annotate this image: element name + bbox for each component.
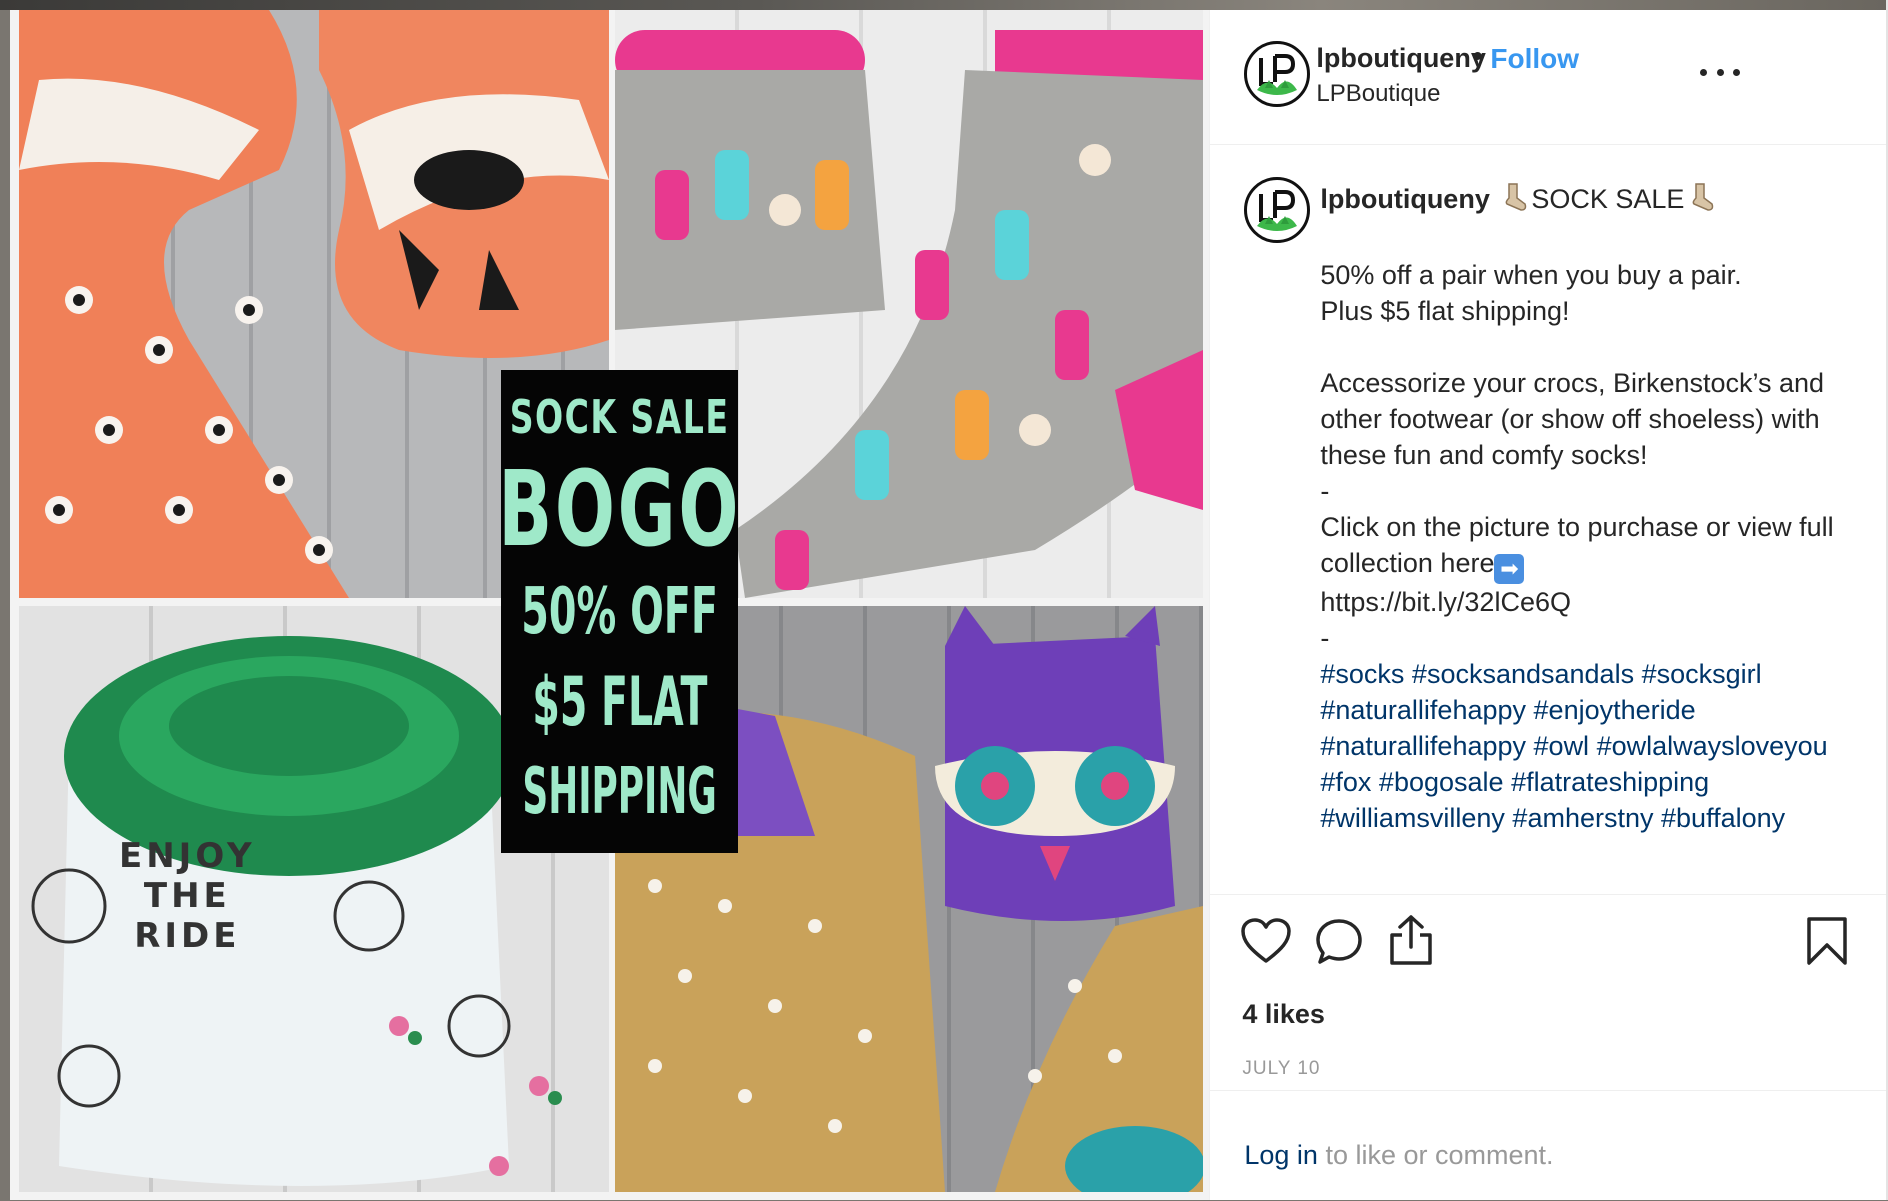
separator-dot: • <box>1472 40 1483 73</box>
hashtag-link[interactable]: #buffalony <box>1661 803 1785 833</box>
sale-sign-flat: $5 FLAT <box>531 662 708 742</box>
hashtag-link[interactable]: #fox <box>1320 767 1371 797</box>
hashtag-link[interactable]: #socksandsandals <box>1412 659 1634 689</box>
sock-icon <box>1686 182 1716 221</box>
caption-dash: - <box>1320 476 1330 506</box>
arrow-right-icon: ➡ <box>1494 554 1525 584</box>
hashtag-link[interactable]: #amherstny <box>1512 803 1653 833</box>
caption-cta: Click on the picture to purchase or view… <box>1320 512 1842 578</box>
sale-sign: SOCK SALE BOGO 50% OFF $5 FLAT SHIPPING <box>497 370 742 853</box>
bike-sock-text: ENJOY THE RIDE <box>119 836 256 956</box>
caption-link: https://bit.ly/32lCe6Q <box>1320 587 1571 617</box>
login-prompt: Log in to like or comment. <box>1210 1090 1887 1201</box>
post-caption: lpboutiqueny SOCK SALE 50% off a pair wh… <box>1320 181 1850 836</box>
caption-line-1: 50% off a pair when you buy a pair. <box>1320 260 1742 290</box>
hashtag-link[interactable]: #owlalwaysloveyou <box>1597 731 1828 761</box>
share-icon[interactable] <box>1386 913 1436 972</box>
caption-line-2: Plus $5 flat shipping! <box>1320 296 1570 326</box>
caption-title: SOCK SALE <box>1531 184 1685 214</box>
likes-count[interactable]: 4 likes <box>1242 999 1325 1030</box>
login-text: Log in to like or comment. <box>1244 1140 1553 1171</box>
comment-icon[interactable] <box>1314 917 1364 972</box>
bookmark-icon[interactable] <box>1805 915 1849 972</box>
page-backdrop <box>0 0 1888 10</box>
sale-sign-title: SOCK SALE <box>509 389 730 444</box>
hashtag-link[interactable]: #williamsvilleny <box>1320 803 1505 833</box>
sock-icon <box>1499 182 1529 221</box>
sale-sign-shipping: SHIPPING <box>522 755 717 830</box>
sale-sign-discount: 50% OFF <box>521 574 718 649</box>
caption-dash: - <box>1320 623 1330 653</box>
caption-paragraph: Accessorize your crocs, Birkenstock’s an… <box>1320 368 1832 470</box>
comments-section: lpboutiqueny SOCK SALE 50% off a pair wh… <box>1210 145 1886 893</box>
follow-button[interactable]: Follow <box>1490 43 1579 75</box>
post-actions: 4 likes JULY 10 <box>1210 894 1887 1079</box>
caption-username[interactable]: lpboutiqueny <box>1320 184 1489 214</box>
hashtag-link[interactable]: #naturallifehappy <box>1320 695 1526 725</box>
post-header: lpboutiqueny • Follow LPBoutique <box>1210 10 1887 145</box>
header-subname[interactable]: LPBoutique <box>1316 80 1440 108</box>
sale-sign-bogo: BOGO <box>497 448 742 571</box>
hashtag-link[interactable]: #enjoytheride <box>1534 695 1696 725</box>
login-link[interactable]: Log in <box>1244 1140 1318 1170</box>
hashtag-link[interactable]: #socks <box>1320 659 1404 689</box>
hashtag-link[interactable]: #bogosale <box>1379 767 1504 797</box>
post-date[interactable]: JULY 10 <box>1242 1058 1320 1080</box>
post-side-panel: lpboutiqueny • Follow LPBoutique lpbouti… <box>1210 10 1887 1201</box>
avatar[interactable] <box>1244 41 1311 107</box>
hashtag-link[interactable]: #owl <box>1534 731 1590 761</box>
heart-icon[interactable] <box>1240 917 1292 970</box>
caption-avatar[interactable] <box>1244 177 1311 243</box>
more-options-icon[interactable] <box>1700 62 1741 82</box>
hashtag-link[interactable]: #naturallifehappy <box>1320 731 1526 761</box>
hashtag-list: #socks #socksandsandals #socksgirl #natu… <box>1320 659 1835 833</box>
hashtag-link[interactable]: #flatrateshipping <box>1511 767 1709 797</box>
post-image[interactable]: ENJOY THE RIDE SOCK SALE BOGO 50% OFF $5… <box>10 10 1211 1200</box>
header-username[interactable]: lpboutiqueny <box>1316 43 1485 74</box>
login-suffix: to like or comment. <box>1317 1140 1554 1170</box>
hashtag-link[interactable]: #socksgirl <box>1642 659 1762 689</box>
instagram-post: ENJOY THE RIDE SOCK SALE BOGO 50% OFF $5… <box>10 10 1887 1201</box>
